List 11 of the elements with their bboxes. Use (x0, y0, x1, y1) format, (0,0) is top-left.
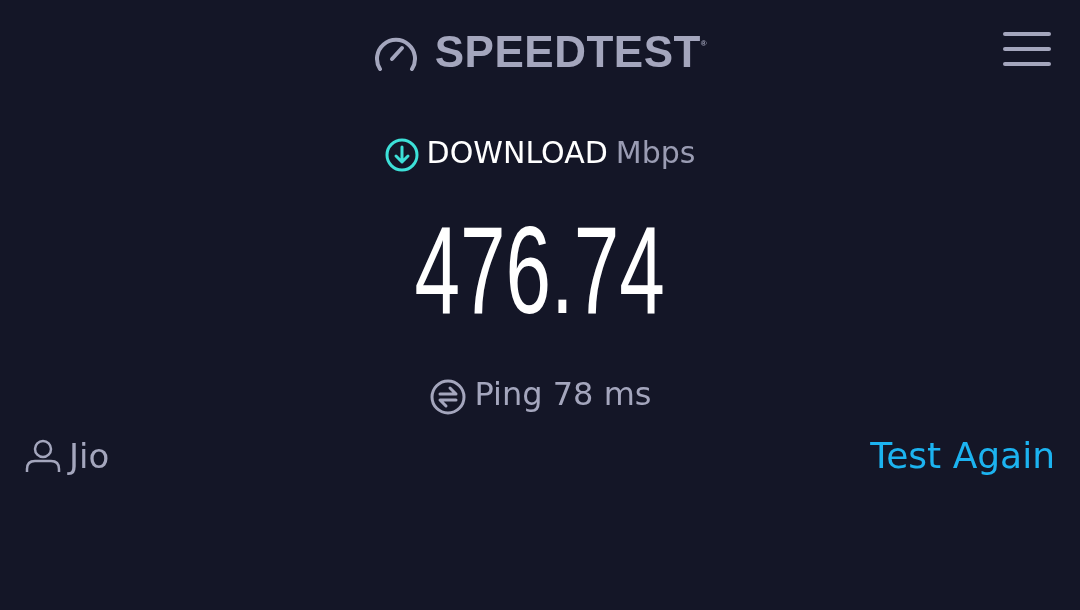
logo-text: SPEEDTEST$^{®}$ (434, 30, 708, 74)
ping-icon (428, 378, 467, 416)
download-icon (384, 138, 419, 172)
unit-label: Mbps (615, 138, 696, 168)
menu-button[interactable] (1002, 30, 1052, 68)
test-again-link[interactable]: Test Again (870, 438, 1055, 474)
speed-value: 476.74 (414, 208, 666, 332)
user-icon (25, 439, 61, 473)
download-label: DOWNLOAD (426, 138, 608, 168)
ping-label: Ping 78 ms (474, 378, 652, 410)
provider-name: Jio (69, 439, 110, 473)
